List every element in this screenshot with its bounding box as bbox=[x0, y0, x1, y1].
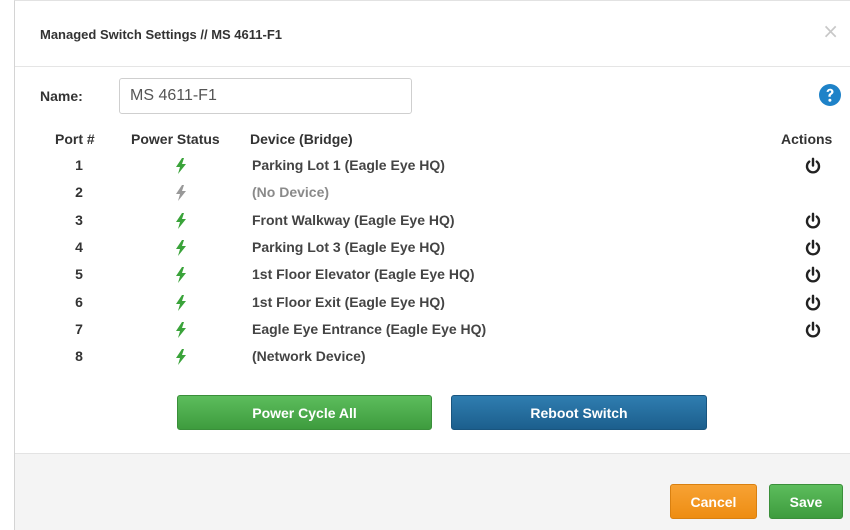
name-label: Name: bbox=[40, 88, 83, 104]
header-actions: Actions bbox=[781, 131, 833, 147]
port-number: 2 bbox=[75, 184, 83, 201]
power-icon[interactable] bbox=[804, 239, 822, 257]
power-cycle-all-button[interactable]: Power Cycle All bbox=[177, 395, 432, 430]
device-name: 1st Floor Elevator (Eagle Eye HQ) bbox=[252, 266, 475, 283]
device-name: 1st Floor Exit (Eagle Eye HQ) bbox=[252, 293, 445, 310]
port-number: 8 bbox=[75, 348, 83, 365]
cancel-button[interactable]: Cancel bbox=[670, 484, 757, 519]
device-name: Parking Lot 1 (Eagle Eye HQ) bbox=[252, 157, 445, 173]
reboot-switch-button[interactable]: Reboot Switch bbox=[451, 395, 707, 430]
port-number: 4 bbox=[75, 238, 83, 255]
help-icon[interactable] bbox=[818, 83, 842, 107]
port-number: 3 bbox=[75, 211, 83, 228]
lightning-bolt-icon bbox=[176, 321, 186, 338]
header-port: Port # bbox=[55, 131, 95, 147]
lightning-bolt-icon bbox=[176, 349, 186, 366]
port-number: 7 bbox=[75, 320, 83, 337]
port-number: 1 bbox=[75, 157, 83, 173]
power-icon[interactable] bbox=[804, 212, 822, 230]
power-icon[interactable] bbox=[804, 266, 822, 284]
port-row: 1 Parking Lot 1 (Eagle Eye HQ) bbox=[15, 154, 850, 181]
lightning-bolt-icon bbox=[176, 294, 186, 311]
port-row: 8 (Network Device) bbox=[15, 345, 850, 372]
close-icon[interactable]: × bbox=[822, 21, 839, 41]
port-row: 6 1st Floor Exit (Eagle Eye HQ) bbox=[15, 291, 850, 318]
port-row: 3 Front Walkway (Eagle Eye HQ) bbox=[15, 209, 850, 236]
device-name: Front Walkway (Eagle Eye HQ) bbox=[252, 211, 455, 228]
dialog-title: Managed Switch Settings // MS 4611-F1 bbox=[40, 27, 283, 42]
port-number: 5 bbox=[75, 266, 83, 283]
dialog-header: Managed Switch Settings // MS 4611-F1 × bbox=[15, 1, 850, 67]
power-icon[interactable] bbox=[804, 321, 822, 339]
power-icon[interactable] bbox=[804, 294, 822, 312]
lightning-bolt-icon bbox=[176, 239, 186, 256]
port-row: 5 1st Floor Elevator (Eagle Eye HQ) bbox=[15, 263, 850, 290]
power-icon[interactable] bbox=[804, 157, 822, 175]
device-name: (Network Device) bbox=[252, 348, 366, 365]
header-device: Device (Bridge) bbox=[250, 131, 353, 147]
lightning-bolt-icon bbox=[176, 158, 186, 174]
lightning-bolt-icon bbox=[176, 267, 186, 284]
lightning-bolt-icon bbox=[176, 185, 186, 202]
save-button[interactable]: Save bbox=[769, 484, 843, 519]
port-row: 2 (No Device) bbox=[15, 181, 850, 208]
device-name: Eagle Eye Entrance (Eagle Eye HQ) bbox=[252, 320, 487, 337]
port-row: 4 Parking Lot 3 (Eagle Eye HQ) bbox=[15, 236, 850, 263]
name-input[interactable] bbox=[119, 78, 412, 114]
header-power-status: Power Status bbox=[131, 131, 220, 147]
port-number: 6 bbox=[75, 293, 83, 310]
device-name: (No Device) bbox=[252, 184, 330, 201]
dialog-footer: Cancel Save bbox=[15, 453, 850, 530]
lightning-bolt-icon bbox=[176, 212, 186, 229]
switch-settings-dialog: Managed Switch Settings // MS 4611-F1 × … bbox=[14, 0, 850, 530]
device-name: Parking Lot 3 (Eagle Eye HQ) bbox=[252, 238, 445, 255]
port-row: 7 Eagle Eye Entrance (Eagle Eye HQ) bbox=[15, 318, 850, 345]
